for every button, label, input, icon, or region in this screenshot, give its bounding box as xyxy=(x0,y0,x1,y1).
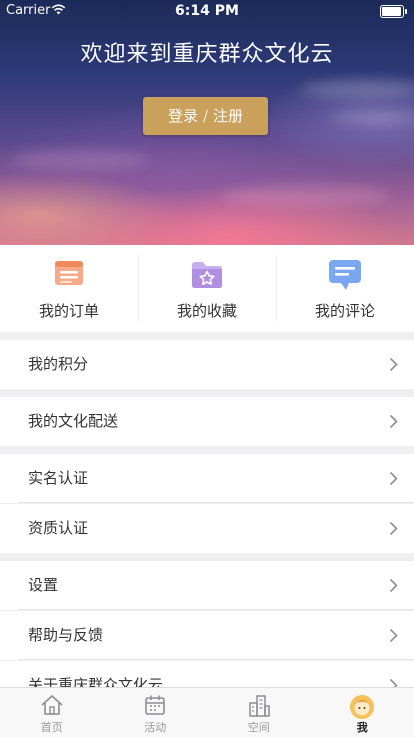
clock: 6:14 PM xyxy=(0,3,414,19)
menu-item-points[interactable]: 我的积分 xyxy=(0,340,414,389)
menu-item-label: 帮助与反馈 xyxy=(28,611,103,660)
divider xyxy=(18,609,414,610)
profile-header-banner: Carrier 6:14 PM 欢迎来到重庆群众文化云 登录 / 注册 xyxy=(0,0,414,245)
tab-home[interactable]: 首页 xyxy=(0,688,104,737)
chevron-right-icon xyxy=(389,471,398,486)
login-label[interactable]: 登录 xyxy=(168,107,198,125)
menu-item-settings[interactable]: 设置 xyxy=(0,561,414,610)
tab-me[interactable]: 我 xyxy=(311,688,414,737)
quick-action-label: 我的评论 xyxy=(276,300,414,321)
favorite-star-folder-icon xyxy=(190,259,224,289)
status-bar: Carrier 6:14 PM xyxy=(0,0,414,22)
calendar-icon xyxy=(144,694,166,716)
home-icon xyxy=(40,694,64,716)
tab-spaces[interactable]: 空间 xyxy=(207,688,311,737)
menu-item-qualification-verification[interactable]: 资质认证 xyxy=(0,504,414,553)
tab-label: 我 xyxy=(311,719,414,735)
bottom-tab-bar: 首页 活动 空间 我 xyxy=(0,687,414,737)
battery-icon xyxy=(380,5,404,18)
divider xyxy=(18,502,414,503)
welcome-title: 欢迎来到重庆群众文化云 xyxy=(0,36,414,68)
chevron-right-icon xyxy=(389,628,398,643)
menu-item-real-name-verification[interactable]: 实名认证 xyxy=(0,454,414,503)
login-register-button[interactable]: 登录 / 注册 xyxy=(143,97,268,135)
chevron-right-icon xyxy=(389,414,398,429)
user-avatar-icon xyxy=(349,694,375,720)
chevron-right-icon xyxy=(389,521,398,536)
my-favorites-button[interactable]: 我的收藏 xyxy=(138,245,276,332)
menu-item-label: 实名认证 xyxy=(28,454,88,503)
menu-item-help-feedback[interactable]: 帮助与反馈 xyxy=(0,611,414,660)
menu-item-label: 我的文化配送 xyxy=(28,397,118,446)
chevron-right-icon xyxy=(389,357,398,372)
register-label[interactable]: 注册 xyxy=(213,107,243,125)
comment-bubble-icon xyxy=(328,259,362,291)
tab-label: 活动 xyxy=(104,719,208,735)
menu-item-culture-delivery[interactable]: 我的文化配送 xyxy=(0,397,414,446)
quick-actions: 我的订单 我的收藏 我的评论 xyxy=(0,245,414,332)
divider xyxy=(18,659,414,660)
my-orders-button[interactable]: 我的订单 xyxy=(0,245,138,332)
menu-item-label: 资质认证 xyxy=(28,504,88,553)
tab-label: 首页 xyxy=(0,719,104,735)
menu-item-label: 我的积分 xyxy=(28,340,88,389)
quick-action-label: 我的订单 xyxy=(0,300,138,321)
order-list-icon xyxy=(54,259,84,287)
tab-label: 空间 xyxy=(207,719,311,735)
chevron-right-icon xyxy=(389,578,398,593)
tab-activities[interactable]: 活动 xyxy=(104,688,208,737)
buildings-icon xyxy=(247,694,271,718)
my-comments-button[interactable]: 我的评论 xyxy=(276,245,414,332)
login-separator: / xyxy=(203,107,208,125)
quick-action-label: 我的收藏 xyxy=(138,300,276,321)
menu-item-label: 设置 xyxy=(28,561,58,610)
